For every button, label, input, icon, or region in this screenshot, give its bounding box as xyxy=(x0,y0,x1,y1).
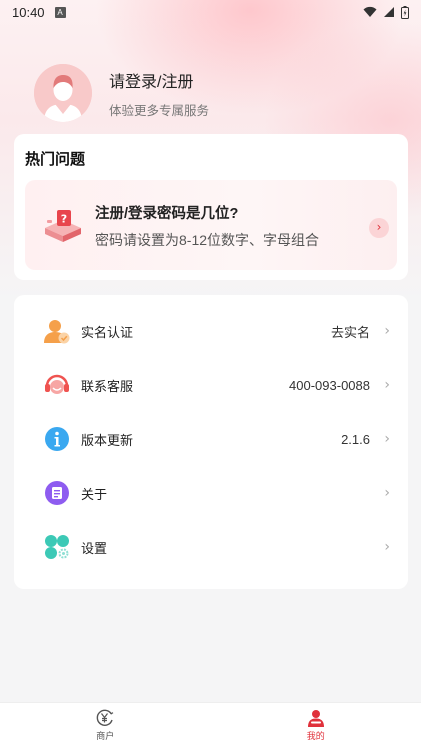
bottom-tab-bar: 商户 我的 xyxy=(0,702,421,748)
user-verify-icon xyxy=(44,320,70,344)
menu-item-customer-service[interactable]: 联系客服 400-093-0088 › xyxy=(14,358,408,412)
signal-icon xyxy=(384,7,394,17)
menu-value: 去实名 xyxy=(330,324,370,340)
info-icon xyxy=(45,427,69,451)
hot-question-item[interactable]: ? 注册/登录密码是几位? 密码请设置为8-12位数字、字母组合 › xyxy=(25,180,397,270)
notification-icon: A xyxy=(54,6,66,18)
chevron-right-icon[interactable]: › xyxy=(369,218,389,238)
avatar[interactable] xyxy=(34,64,92,122)
chevron-right-icon: › xyxy=(384,377,390,393)
headset-icon xyxy=(45,374,69,394)
menu-item-settings[interactable]: 设置 › xyxy=(14,520,408,574)
menu-value: 2.1.6 xyxy=(341,431,370,447)
battery-icon xyxy=(401,5,409,19)
menu-label: 版本更新 xyxy=(81,432,134,448)
menu-value: 400-093-0088 xyxy=(289,377,370,393)
hot-questions-card: 热门问题 ? 注册/登录密码是几位? 密码请设置为8-12位数字、字母组合 › xyxy=(14,134,408,280)
tab-label: 商户 xyxy=(96,731,115,741)
menu-label: 关于 xyxy=(81,486,108,502)
tab-mine[interactable]: 我的 xyxy=(211,703,421,748)
status-time: 10:40 xyxy=(12,4,45,20)
tab-merchant[interactable]: 商户 xyxy=(0,703,211,748)
tab-label: 我的 xyxy=(306,731,325,741)
profile-text: 请登录/注册 体验更多专属服务 xyxy=(109,68,209,119)
login-title[interactable]: 请登录/注册 xyxy=(109,68,209,92)
menu-label: 设置 xyxy=(81,540,108,556)
chevron-right-icon: › xyxy=(384,431,390,447)
chevron-right-icon: › xyxy=(384,323,390,339)
login-profile[interactable]: 请登录/注册 体验更多专属服务 xyxy=(34,64,209,122)
menu-item-real-name[interactable]: 实名认证 去实名 › xyxy=(14,304,408,358)
settings-icon xyxy=(45,535,69,559)
default-avatar-icon xyxy=(34,64,92,122)
menu-label: 实名认证 xyxy=(81,324,134,340)
menu-label: 联系客服 xyxy=(81,378,134,394)
hot-answer-text: 密码请设置为8-12位数字、字母组合 xyxy=(95,232,320,248)
hot-questions-title: 热门问题 xyxy=(25,151,86,168)
yen-coin-icon xyxy=(96,709,114,726)
menu-item-version-update[interactable]: 版本更新 2.1.6 › xyxy=(14,412,408,466)
login-subtitle: 体验更多专属服务 xyxy=(109,103,210,118)
wifi-icon xyxy=(363,6,377,17)
settings-menu-card: 实名认证 去实名 › 联系客服 400-093-0088 › 版本更新 2.1.… xyxy=(14,295,408,589)
status-icons xyxy=(363,5,409,19)
svg-text:?: ? xyxy=(61,213,67,226)
status-bar: 10:40 A xyxy=(0,0,421,24)
chevron-right-icon: › xyxy=(384,539,390,555)
chevron-right-icon: › xyxy=(384,485,390,501)
profile-icon xyxy=(307,710,324,727)
hot-question-text: 注册/登录密码是几位? xyxy=(95,206,239,222)
menu-item-about[interactable]: 关于 › xyxy=(14,466,408,520)
question-box-icon: ? xyxy=(45,210,81,242)
document-icon xyxy=(45,481,69,505)
